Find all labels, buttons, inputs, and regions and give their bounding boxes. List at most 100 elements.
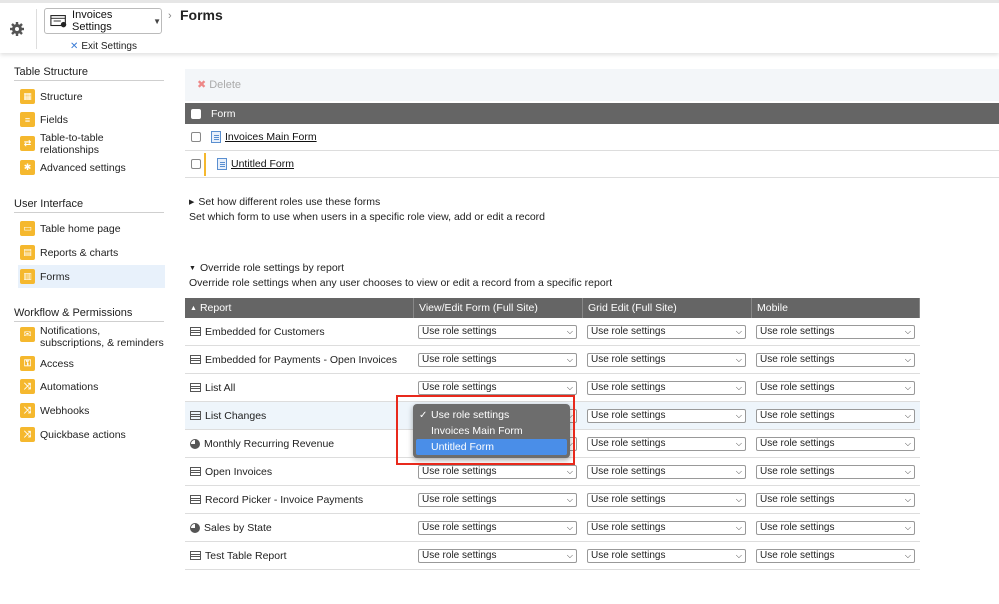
automations-icon: ⤨ — [20, 379, 35, 394]
view-edit-select[interactable]: Use role settings ⌵ — [418, 352, 577, 367]
chevron-down-icon: ⌵ — [904, 410, 911, 420]
exit-settings-link[interactable]: ✕ Exit Settings — [70, 41, 137, 52]
view-edit-select[interactable]: Use role settings ⌵ — [418, 464, 577, 479]
grid-edit-cell: Use role settings ⌵ — [583, 486, 752, 513]
grid-edit-select[interactable]: Use role settings ⌵ — [587, 352, 746, 367]
sidebar-item-label: Advanced settings — [40, 161, 126, 174]
select-all-checkbox[interactable] — [191, 108, 201, 119]
sidebar-item-structure[interactable]: ▦ Structure — [18, 85, 165, 108]
chevron-down-icon: ⌵ — [735, 354, 742, 364]
sidebar-section-workflow-permissions: Workflow & Permissions — [14, 307, 164, 322]
report-name: Monthly Recurring Revenue — [204, 437, 335, 450]
view-edit-select[interactable]: Use role settings ⌵ — [418, 492, 577, 507]
view-edit-select[interactable]: Use role settings ⌵ — [418, 520, 577, 535]
select-value: Use role settings — [422, 466, 497, 477]
row-checkbox[interactable] — [191, 159, 201, 169]
grid-edit-select[interactable]: Use role settings ⌵ — [587, 324, 746, 339]
report-name: Sales by State — [204, 521, 272, 534]
grid-edit-select[interactable]: Use role settings ⌵ — [587, 464, 746, 479]
sidebar-item-table-home-page[interactable]: ▭ Table home page — [18, 217, 165, 240]
form-link[interactable]: Untitled Form — [231, 158, 294, 170]
mobile-cell: Use role settings ⌵ — [752, 542, 920, 569]
sidebar-item-webhooks[interactable]: ⤨ Webhooks — [18, 399, 165, 422]
mobile-cell: Use role settings ⌵ — [752, 430, 920, 457]
gear-icon[interactable] — [9, 21, 25, 37]
mobile-select[interactable]: Use role settings ⌵ — [756, 520, 915, 535]
view-edit-select[interactable]: Use role settings ⌵ — [418, 324, 577, 339]
mobile-select[interactable]: Use role settings ⌵ — [756, 464, 915, 479]
form-link[interactable]: Invoices Main Form — [225, 131, 317, 143]
view-edit-select[interactable]: Use role settings ⌵ — [418, 380, 577, 395]
mobile-select[interactable]: Use role settings ⌵ — [756, 324, 915, 339]
view-edit-cell: Use role settings ⌵ — [414, 486, 583, 513]
mobile-select[interactable]: Use role settings ⌵ — [756, 548, 915, 563]
grid-edit-select[interactable]: Use role settings ⌵ — [587, 436, 746, 451]
mobile-cell: Use role settings ⌵ — [752, 374, 920, 401]
mobile-select[interactable]: Use role settings ⌵ — [756, 436, 915, 451]
sidebar-item-label: Access — [40, 357, 74, 370]
row-checkbox[interactable] — [191, 132, 201, 142]
mobile-select[interactable]: Use role settings ⌵ — [756, 408, 915, 423]
roles-section-toggle[interactable]: ▶ Set how different roles use these form… — [189, 196, 380, 208]
view-edit-select[interactable]: Use role settings ⌵ — [418, 548, 577, 563]
sidebar-item-forms[interactable]: ▥ Forms — [18, 265, 165, 288]
mobile-cell: Use role settings ⌵ — [752, 458, 920, 485]
table-row: Embedded for Payments - Open Invoices Us… — [185, 346, 920, 374]
table-settings-dropdown[interactable]: Invoices Settings ▼ — [44, 8, 162, 34]
sidebar-item-label: Table home page — [40, 222, 121, 235]
select-value: Use role settings — [591, 354, 666, 365]
view-edit-cell: Use role settings ⌵ — [414, 542, 583, 569]
grid-edit-select[interactable]: Use role settings ⌵ — [587, 492, 746, 507]
relationships-icon: ⇄ — [20, 136, 35, 151]
chevron-down-icon: ⌵ — [735, 410, 742, 420]
grid-edit-select[interactable]: Use role settings ⌵ — [587, 408, 746, 423]
mobile-select[interactable]: Use role settings ⌵ — [756, 380, 915, 395]
sidebar-item-quickbase-actions[interactable]: ⤨ Quickbase actions — [18, 423, 165, 446]
mobile-cell: Use role settings ⌵ — [752, 486, 920, 513]
mobile-cell: Use role settings ⌵ — [752, 402, 920, 429]
sidebar-item-reports-charts[interactable]: ▤ Reports & charts — [18, 241, 165, 264]
chevron-down-icon: ⌵ — [904, 522, 911, 532]
table-row: Untitled Form — [185, 151, 999, 178]
table-row: Embedded for Customers Use role settings… — [185, 318, 920, 346]
grid-edit-cell: Use role settings ⌵ — [583, 346, 752, 373]
mobile-select[interactable]: Use role settings ⌵ — [756, 492, 915, 507]
mobile-cell: Use role settings ⌵ — [752, 318, 920, 345]
sidebar-item-access[interactable]: ⚿ Access — [18, 352, 165, 375]
select-value: Use role settings — [591, 550, 666, 561]
mobile-select[interactable]: Use role settings ⌵ — [756, 352, 915, 367]
chevron-down-icon: ⌵ — [904, 438, 911, 448]
select-value: Use role settings — [422, 354, 497, 365]
roles-section-subtitle: Set which form to use when users in a sp… — [189, 211, 546, 223]
report-name-cell: List All — [185, 374, 414, 401]
table-icon — [190, 495, 201, 504]
column-header-report[interactable]: ▲ Report — [185, 298, 414, 318]
chevron-down-icon: ⌵ — [735, 382, 742, 392]
chevron-down-icon: ⌵ — [735, 522, 742, 532]
forms-icon: ▥ — [20, 269, 35, 284]
sidebar-item-fields[interactable]: ≡ Fields — [18, 108, 165, 131]
report-name-cell: Monthly Recurring Revenue — [185, 430, 414, 457]
sidebar-item-notifications[interactable]: ✉ Notifications, subscriptions, & reminde… — [18, 325, 165, 351]
select-value: Use role settings — [422, 494, 497, 505]
grid-edit-cell: Use role settings ⌵ — [583, 542, 752, 569]
sidebar-item-automations[interactable]: ⤨ Automations — [18, 375, 165, 398]
forms-toolbar: ✖ Delete — [185, 69, 999, 101]
delete-button[interactable]: ✖ Delete — [197, 78, 241, 92]
exit-settings-label: Exit Settings — [81, 41, 137, 52]
override-section-toggle[interactable]: ▼ Override role settings by report — [189, 262, 344, 274]
select-value: Use role settings — [760, 522, 835, 533]
table-row: Invoices Main Form — [185, 124, 999, 151]
sidebar-section-table-structure: Table Structure — [14, 66, 164, 81]
grid-edit-select[interactable]: Use role settings ⌵ — [587, 520, 746, 535]
select-value: Use role settings — [760, 550, 835, 561]
grid-edit-select[interactable]: Use role settings ⌵ — [587, 548, 746, 563]
sidebar-item-relationships[interactable]: ⇄ Table-to-table relationships — [18, 132, 165, 156]
sidebar-item-advanced-settings[interactable]: ✱ Advanced settings — [18, 156, 165, 179]
column-header-form: Form — [211, 107, 236, 120]
sidebar-item-label: Webhooks — [40, 404, 90, 417]
chevron-down-icon: ⌵ — [735, 438, 742, 448]
grid-edit-select[interactable]: Use role settings ⌵ — [587, 380, 746, 395]
roles-section-title: Set how different roles use these forms — [198, 196, 381, 208]
close-icon: ✕ — [70, 41, 79, 52]
